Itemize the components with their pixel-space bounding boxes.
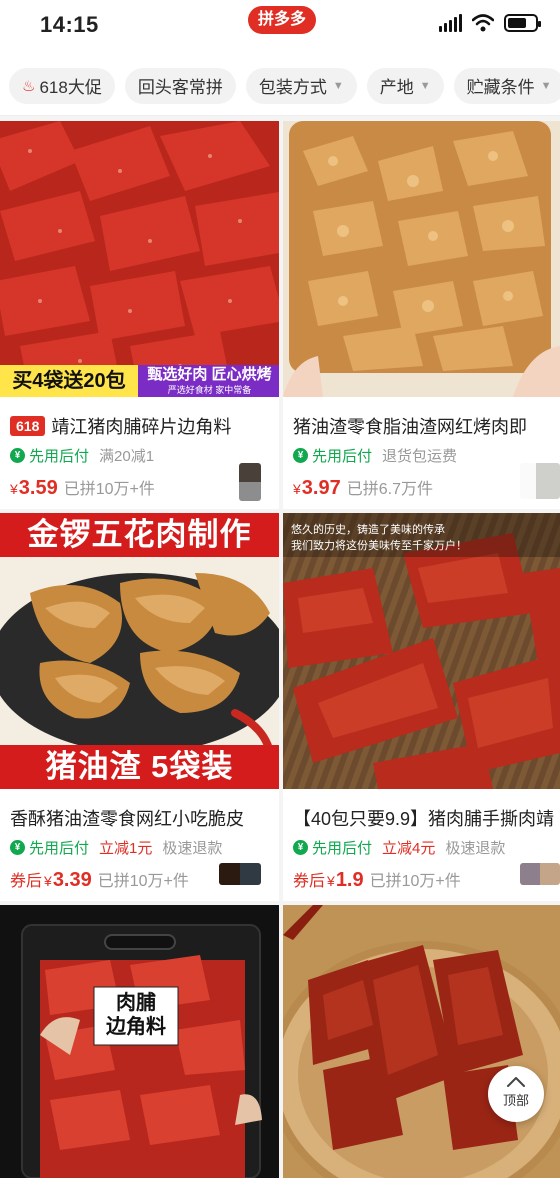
image-caption-line2: 我们致力将这份美味传至千家万户！ [291,540,467,552]
product-thumbnail[interactable] [520,463,560,499]
filter-chip-label: 贮藏条件 [466,78,535,97]
image-promo-right: 甄选好肉 匠心烘烤 [147,366,272,383]
product-price: 券后 ¥1.9 [293,869,364,891]
filter-chip-label: 产地 [379,78,414,97]
product-image: 悠久的历史，铸造了美味的传承 我们致力将这份美味传至千家万户！ [283,513,560,789]
product-image: 买4袋送20包 甄选好肉 匠心烘烤 严选好食材 家中常备 [0,121,279,397]
product-card[interactable]: 肉脯 边角料 [0,905,279,1178]
flame-icon: ♨ [22,77,36,95]
product-price: ¥3.59 [10,477,58,499]
chevron-down-icon: ▼ [540,79,552,92]
chevron-down-icon: ▼ [332,79,344,92]
package-label-line2: 边角料 [106,1016,166,1038]
product-card[interactable] [283,905,560,1178]
status-icons [439,14,541,32]
product-thumbnail[interactable] [239,463,261,501]
product-card[interactable]: 猪油渣零食脂油渣网红烤肉即 ¥ 先用后付 退货包运费 ¥3.97 已拼6.7万件 [283,121,560,509]
pay-later-label: ¥ 先用后付 [293,837,372,858]
product-meta: ¥ 先用后付 立减4元 极速退款 [293,837,554,858]
back-to-top-label: 顶部 [502,1093,529,1108]
filter-chip-repeat-buyers[interactable]: 回头客常拼 [124,67,236,104]
filter-chip-origin[interactable]: 产地 ▼ [366,67,444,104]
pay-later-label: ¥ 先用后付 [10,837,89,858]
product-title: 香酥猪油渣零食网红小吃脆皮 [10,809,244,829]
promo-tag-618: 618 [10,416,46,436]
filter-chip-label: 包装方式 [258,78,327,97]
discount-text: 满20减1 [99,448,155,465]
image-caption-line1: 悠久的历史，铸造了美味的传承 [291,524,445,536]
product-image [283,905,560,1178]
image-banner-top: 金锣五花肉制作 [27,517,252,552]
sold-count: 已拼10万+件 [97,873,189,890]
product-card[interactable]: 买4袋送20包 甄选好肉 匠心烘烤 严选好食材 家中常备 618 靖江猪肉脯碎片边… [0,121,279,509]
pay-later-icon: ¥ [293,448,308,463]
product-price: 券后 ¥3.39 [10,869,92,891]
filter-chip-packaging[interactable]: 包装方式 ▼ [245,67,357,104]
status-time: 14:15 [40,12,99,37]
product-meta: ¥ 先用后付 立减1元 极速退款 [10,837,273,858]
instant-discount-text: 立减1元 [99,840,153,857]
product-title: 618 靖江猪肉脯碎片边角料 [10,413,273,439]
product-meta: ¥ 先用后付 满20减1 [10,445,273,466]
pay-later-icon: ¥ [293,840,308,855]
filter-chip-storage[interactable]: 贮藏条件 ▼ [453,67,560,104]
filter-bar: ♨ 618大促 回头客常拼 包装方式 ▼ 产地 ▼ 贮藏条件 ▼ [0,56,560,116]
product-meta: ¥ 先用后付 退货包运费 [293,445,554,466]
price-row: 券后 ¥1.9 已拼10万+件 [293,867,554,892]
fast-refund-text: 极速退款 [162,840,223,857]
package-label-line1: 肉脯 [116,992,156,1014]
signal-icon [439,14,462,32]
pay-later-icon: ¥ [10,448,25,463]
sold-count: 已拼10万+件 [63,481,155,498]
product-price: ¥3.97 [293,477,341,499]
product-thumbnail[interactable] [219,863,261,885]
filter-chip-618[interactable]: ♨ 618大促 [9,67,115,104]
price-row: ¥3.97 已拼6.7万件 [293,475,554,500]
product-thumbnail[interactable] [520,863,560,885]
product-image [283,121,560,397]
return-shipping-text: 退货包运费 [382,448,458,465]
image-banner-bottom: 猪油渣 5袋装 [45,749,234,784]
chevron-down-icon: ▼ [419,79,431,92]
product-image: 肉脯 边角料 [0,905,279,1178]
image-promo-left: 买4袋送20包 [12,370,126,392]
pay-later-icon: ¥ [10,840,25,855]
fast-refund-text: 极速退款 [445,840,506,857]
instant-discount-text: 立减4元 [382,840,436,857]
image-promo-right-sub: 严选好食材 家中常备 [167,385,252,395]
product-title: 猪油渣零食脂油渣网红烤肉即 [293,417,527,437]
arrow-up-icon [507,1077,525,1087]
product-title: 【40包只要9.9】猪肉脯手撕肉靖 [293,809,554,829]
wifi-icon [472,14,494,32]
battery-icon [504,14,541,32]
status-bar: 14:15 拼多多 [0,0,560,56]
sold-count: 已拼6.7万件 [346,481,433,498]
filter-chip-label: 618大促 [39,78,102,97]
filter-chip-label: 回头客常拼 [137,78,223,97]
product-card[interactable]: 悠久的历史，铸造了美味的传承 我们致力将这份美味传至千家万户！ 【40包只要9.… [283,513,560,901]
product-image: 金锣五花肉制作 猪油渣 5袋装 [0,513,279,789]
price-row: ¥3.59 已拼10万+件 [10,475,273,500]
product-card[interactable]: 金锣五花肉制作 猪油渣 5袋装 香酥猪油渣零食网红小吃脆皮 ¥ 先用后付 立减1元… [0,513,279,901]
app-badge: 拼多多 [248,6,316,34]
back-to-top-button[interactable]: 顶部 [488,1066,544,1122]
pay-later-label: ¥ 先用后付 [10,445,89,466]
pay-later-label: ¥ 先用后付 [293,445,372,466]
sold-count: 已拼10万+件 [369,873,461,890]
